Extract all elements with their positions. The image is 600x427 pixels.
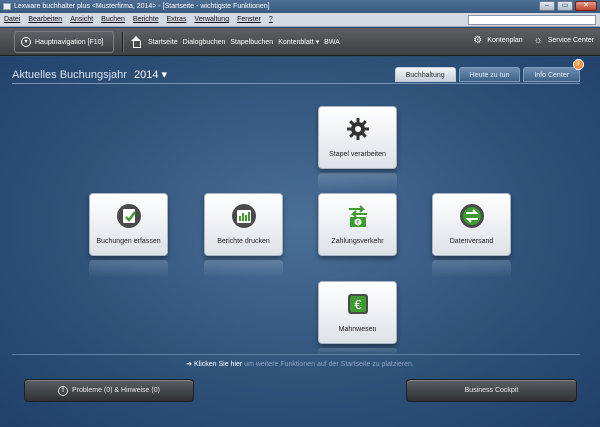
tile-zahlungsverkehr[interactable]: € Zahlungsverkehr bbox=[318, 193, 397, 256]
menu-extras[interactable]: Extras bbox=[167, 16, 187, 23]
tab-buchhaltung[interactable]: Buchhaltung bbox=[394, 67, 456, 82]
tile-reflection bbox=[89, 260, 168, 278]
search-input[interactable] bbox=[468, 15, 596, 25]
tab-bar: Buchhaltung Heute zu tun Info Center ! bbox=[394, 59, 584, 82]
tile-label: Buchungen erfassen bbox=[96, 238, 161, 245]
customize-hint: ➔ Klicken Sie hier um weitere Funktionen… bbox=[0, 360, 600, 368]
probleme-hinweise-button[interactable]: ! Probleme (0) & Hinweise (0) bbox=[24, 379, 194, 402]
notification-badge: ! bbox=[573, 59, 584, 70]
probleme-label: Probleme (0) & Hinweise (0) bbox=[72, 387, 160, 394]
report-chart-icon bbox=[231, 204, 256, 228]
tile-reflection bbox=[318, 173, 397, 191]
menu-ansicht[interactable]: Ansicht bbox=[70, 16, 93, 23]
menu-bearbeiten[interactable]: Bearbeiten bbox=[28, 16, 62, 23]
close-button[interactable]: ✕ bbox=[575, 1, 597, 11]
business-cockpit-label: Business Cockpit bbox=[464, 387, 519, 394]
nav-link-bwa[interactable]: BWA bbox=[324, 39, 340, 46]
tab-underline bbox=[12, 83, 580, 84]
business-cockpit-button[interactable]: Business Cockpit bbox=[406, 379, 577, 402]
tab-info-center[interactable]: Info Center bbox=[523, 67, 580, 82]
tile-mahnwesen[interactable]: € Mahnwesen bbox=[318, 281, 397, 344]
arrow-icon: ➔ bbox=[186, 361, 193, 368]
nav-link-kontenblatt[interactable]: Kontenblatt ▾ bbox=[278, 38, 319, 46]
svg-text:€: € bbox=[354, 297, 362, 312]
kontenplan-button[interactable]: ⚙ Kontenplan bbox=[472, 35, 522, 46]
year-header: Aktuelles Buchungsjahr 2014 ▾ bbox=[12, 68, 167, 81]
tile-berichte-drucken[interactable]: Berichte drucken bbox=[204, 193, 283, 256]
tile-reflection bbox=[204, 260, 283, 278]
chevron-down-icon: ▾ bbox=[21, 37, 31, 47]
home-icon[interactable] bbox=[131, 36, 141, 48]
year-selector[interactable]: 2014 ▾ bbox=[134, 69, 167, 81]
tile-label: Mahnwesen bbox=[338, 326, 377, 333]
customize-link[interactable]: Klicken Sie hier bbox=[194, 361, 242, 368]
tile-stapel-verarbeiten[interactable]: Stapel verarbeiten bbox=[318, 106, 397, 169]
kontenplan-label: Kontenplan bbox=[487, 37, 523, 44]
tile-label: Zahlungsverkehr bbox=[331, 238, 384, 245]
window-titlebar: Lexware buchhalter plus <Musterfirma, 20… bbox=[0, 0, 600, 13]
tile-label: Stapel verarbeiten bbox=[329, 151, 386, 158]
menu-help[interactable]: ? bbox=[269, 16, 273, 23]
year-label: Aktuelles Buchungsjahr bbox=[12, 69, 127, 81]
navigation-bar: ▾ Hauptnavigation [F10] Startseite Dialo… bbox=[0, 28, 600, 56]
customize-hint-text: um weitere Funktionen auf der Startseite… bbox=[242, 361, 414, 368]
hauptnavigation-label: Hauptnavigation [F10] bbox=[35, 38, 104, 46]
tab-heute-zu-tun[interactable]: Heute zu tun bbox=[458, 67, 521, 82]
edit-entry-icon bbox=[116, 204, 141, 228]
hauptnavigation-button[interactable]: ▾ Hauptnavigation [F10] bbox=[14, 31, 114, 53]
menu-bar: Datei Bearbeiten Ansicht Buchen Berichte… bbox=[0, 13, 600, 27]
menu-datei[interactable]: Datei bbox=[4, 16, 20, 23]
window-title: Lexware buchhalter plus <Musterfirma, 20… bbox=[14, 3, 270, 10]
nav-link-stapelbuchen[interactable]: Stapelbuchen bbox=[230, 39, 273, 46]
tile-buchungen-erfassen[interactable]: Buchungen erfassen bbox=[89, 193, 168, 256]
gear-icon: ⚙ bbox=[473, 35, 483, 46]
app-icon bbox=[3, 3, 11, 10]
gear-icon bbox=[346, 118, 369, 140]
payment-transfer-icon: € bbox=[348, 205, 367, 227]
minimize-button[interactable]: – bbox=[539, 1, 555, 11]
maximize-button[interactable]: ▭ bbox=[557, 1, 573, 11]
menu-buchen[interactable]: Buchen bbox=[101, 16, 125, 23]
main-area: Aktuelles Buchungsjahr 2014 ▾ Buchhaltun… bbox=[0, 57, 600, 427]
menu-berichte[interactable]: Berichte bbox=[133, 16, 159, 23]
section-divider bbox=[12, 354, 580, 355]
menu-verwaltung[interactable]: Verwaltung bbox=[194, 16, 229, 23]
lightbulb-icon: ☼ bbox=[533, 35, 543, 46]
menu-fenster[interactable]: Fenster bbox=[237, 16, 261, 23]
alert-icon: ! bbox=[58, 385, 69, 396]
tile-label: Datenversand bbox=[449, 238, 494, 245]
service-center-button[interactable]: ☼ Service Center bbox=[533, 35, 594, 46]
tile-label: Berichte drucken bbox=[217, 238, 270, 245]
service-center-label: Service Center bbox=[547, 37, 594, 44]
nav-divider bbox=[122, 32, 123, 52]
data-transfer-icon bbox=[459, 204, 484, 228]
dunning-euro-icon: € bbox=[347, 294, 368, 314]
nav-link-dialogbuchen[interactable]: Dialogbuchen bbox=[183, 39, 226, 46]
tile-datenversand[interactable]: Datenversand bbox=[432, 193, 511, 256]
nav-link-startseite[interactable]: Startseite bbox=[148, 39, 178, 46]
tile-reflection bbox=[432, 260, 511, 278]
